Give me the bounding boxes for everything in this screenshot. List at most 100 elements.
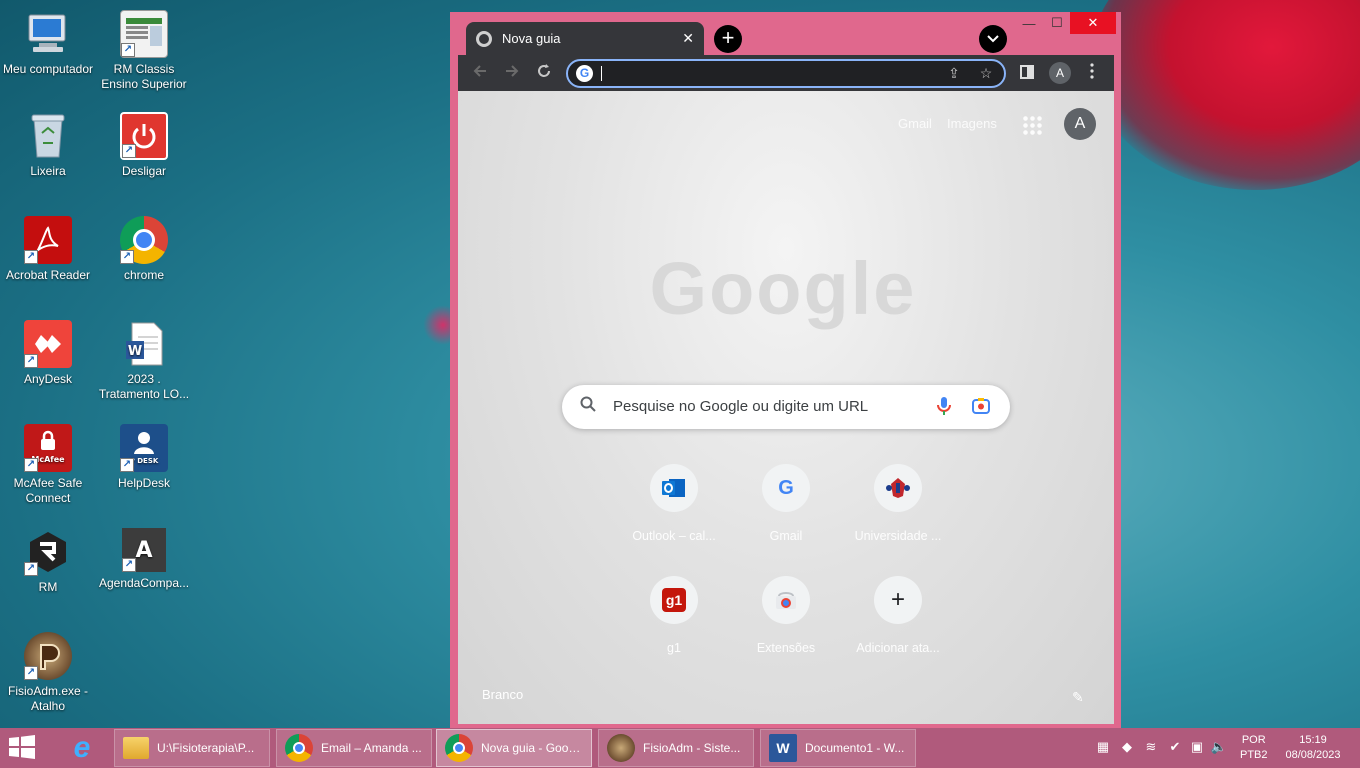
- system-clock[interactable]: 15:19 08/08/2023: [1280, 733, 1346, 763]
- taskbar-item-active[interactable]: Nova guia - Goog...: [436, 729, 592, 767]
- pencil-icon[interactable]: ✎: [1072, 689, 1088, 705]
- desktop-icon-label: RM Classis Ensino Superior: [101, 62, 187, 91]
- desktop-icon-desligar[interactable]: ↗ Desligar: [96, 112, 192, 179]
- back-button[interactable]: [468, 61, 492, 85]
- desktop-icon-label: FisioAdm.exe - Atalho: [7, 684, 89, 713]
- shortcut-label: Gmail: [769, 529, 803, 543]
- tab-nova-guia[interactable]: Nova guia ✕: [466, 22, 704, 55]
- new-tab-page: Gmail Imagens A Google Pesquise no Googl…: [458, 91, 1114, 724]
- language-indicator[interactable]: POR PTB2: [1240, 733, 1268, 763]
- chrome-icon: ↗: [120, 216, 168, 264]
- taskbar: e U:\Fisioterapia\P... Email – Amanda ..…: [0, 728, 1360, 768]
- desktop-icon-label: HelpDesk: [117, 476, 171, 490]
- rm-icon: ↗: [24, 528, 72, 576]
- clock-time: 15:19: [1299, 734, 1327, 746]
- desktop-icon-acrobat[interactable]: ↗ Acrobat Reader: [0, 216, 96, 283]
- images-link[interactable]: Imagens: [947, 116, 997, 131]
- start-button[interactable]: [8, 734, 40, 762]
- ntp-search-box[interactable]: Pesquise no Google ou digite um URL: [562, 385, 1010, 429]
- agenda-letter: A: [135, 537, 153, 563]
- word-icon: W: [769, 734, 797, 762]
- reload-button[interactable]: [532, 61, 556, 85]
- desktop-icon-meu-computador[interactable]: Meu computador: [0, 10, 96, 77]
- shortcut-label: Outlook – cal...: [632, 529, 716, 543]
- google-apps-icon[interactable]: [1022, 115, 1042, 135]
- text-caret: [601, 66, 602, 81]
- chrome-web-store-icon: [762, 576, 810, 624]
- browser-window[interactable]: — ☐ ✕ Nova guia ✕ + G ⇪ ☆ A Gmail Imagen…: [450, 12, 1121, 730]
- windows-logo-icon: [9, 735, 35, 759]
- helpdesk-icon: P DESK ↗: [120, 424, 168, 472]
- network-activity-icon[interactable]: ≋: [1142, 738, 1160, 756]
- desktop-icon-helpdesk[interactable]: P DESK ↗ HelpDesk: [96, 424, 192, 491]
- tab-search-button[interactable]: [979, 25, 1007, 53]
- security-tray-icon[interactable]: ✔: [1166, 738, 1184, 756]
- desktop-icon-mcafee[interactable]: McAfee ↗ McAfee Safe Connect: [0, 424, 96, 506]
- taskbar-item-label: Email – Amanda ...: [321, 741, 422, 755]
- profile-button[interactable]: A: [1049, 62, 1071, 84]
- address-bar[interactable]: G ⇪ ☆: [566, 59, 1006, 88]
- desktop-icon-word-document[interactable]: W 2023 . Tratamento LO...: [96, 320, 192, 402]
- share-icon[interactable]: ⇪: [944, 63, 964, 83]
- shortcut-tile[interactable]: Outlook – cal...: [618, 464, 730, 574]
- side-panel-button[interactable]: [1015, 61, 1039, 85]
- taskbar-item-label: Nova guia - Goog...: [481, 741, 586, 755]
- desktop-icon-anydesk[interactable]: ↗ AnyDesk: [0, 320, 96, 387]
- account-avatar[interactable]: A: [1064, 108, 1096, 140]
- chrome-favicon-icon: [476, 30, 492, 47]
- volume-icon[interactable]: 🔈: [1210, 738, 1228, 756]
- add-shortcut-tile[interactable]: + Adicionar ata...: [842, 576, 954, 686]
- chrome-icon: [285, 734, 313, 762]
- new-tab-button[interactable]: +: [714, 25, 742, 53]
- taskbar-item[interactable]: FisioAdm - Siste...: [598, 729, 754, 767]
- rm-classis-icon: ↗: [120, 10, 168, 58]
- search-placeholder: Pesquise no Google ou digite um URL: [613, 398, 869, 415]
- outlook-icon: [650, 464, 698, 512]
- network-icon[interactable]: ▣: [1188, 738, 1206, 756]
- gmail-link[interactable]: Gmail: [898, 116, 932, 131]
- taskbar-item[interactable]: U:\Fisioterapia\P...: [114, 729, 270, 767]
- fisioadm-icon: [607, 734, 635, 762]
- shortcut-label: Adicionar ata...: [856, 641, 940, 655]
- agenda-icon: A ↗: [122, 528, 166, 572]
- shortcut-tile[interactable]: Extensões: [730, 576, 842, 686]
- arrow-left-icon: [473, 65, 486, 77]
- desktop-icon-chrome[interactable]: ↗ chrome: [96, 216, 192, 283]
- tab-title: Nova guia: [502, 31, 561, 46]
- wallpaper-flower: [1090, 0, 1360, 190]
- tray-app-icon[interactable]: ▦: [1094, 738, 1112, 756]
- tab-close-icon[interactable]: ✕: [682, 30, 694, 47]
- anydesk-tray-icon[interactable]: ◆: [1118, 738, 1136, 756]
- shortcut-label: g1: [667, 641, 681, 655]
- shortcut-tile[interactable]: G Gmail: [730, 464, 842, 574]
- shortcut-tile[interactable]: g1 g1: [618, 576, 730, 686]
- forward-button[interactable]: [500, 61, 524, 85]
- desktop-icon-fisioadm[interactable]: ↗ FisioAdm.exe - Atalho: [0, 632, 96, 714]
- browser-toolbar: G ⇪ ☆ A: [458, 55, 1114, 91]
- word-document-icon: W: [120, 320, 168, 368]
- acrobat-icon: ↗: [24, 216, 72, 264]
- shortcut-arrow-icon: ↗: [120, 250, 134, 264]
- taskbar-item[interactable]: Email – Amanda ...: [276, 729, 432, 767]
- svg-text:W: W: [128, 344, 142, 359]
- shortcut-arrow-icon: ↗: [121, 43, 135, 57]
- desktop-icon-lixeira[interactable]: Lixeira: [0, 112, 96, 179]
- internet-explorer-icon[interactable]: e: [60, 730, 104, 766]
- shortcut-arrow-icon: ↗: [24, 666, 38, 680]
- desktop-icon-rm-classis[interactable]: ↗ RM Classis Ensino Superior: [96, 10, 192, 92]
- shortcut-label: Extensões: [756, 641, 816, 655]
- theme-label: Branco: [482, 687, 524, 702]
- taskbar-item[interactable]: W Documento1 - W...: [760, 729, 916, 767]
- power-icon: ↗: [120, 112, 168, 160]
- desktop-icon-agenda[interactable]: A ↗ AgendaCompa...: [96, 528, 192, 591]
- taskbar-item-label: FisioAdm - Siste...: [643, 741, 741, 755]
- bookmark-star-icon[interactable]: ☆: [976, 63, 996, 83]
- menu-button[interactable]: [1080, 61, 1104, 85]
- microphone-icon[interactable]: [936, 395, 952, 417]
- folder-icon: [123, 737, 149, 759]
- desktop-icon-rm[interactable]: ↗ RM: [0, 528, 96, 595]
- shortcut-tile[interactable]: Universidade ...: [842, 464, 954, 574]
- google-lens-icon[interactable]: [971, 397, 991, 415]
- fisioadm-icon: ↗: [24, 632, 72, 680]
- desktop-icon-label: Lixeira: [30, 164, 66, 178]
